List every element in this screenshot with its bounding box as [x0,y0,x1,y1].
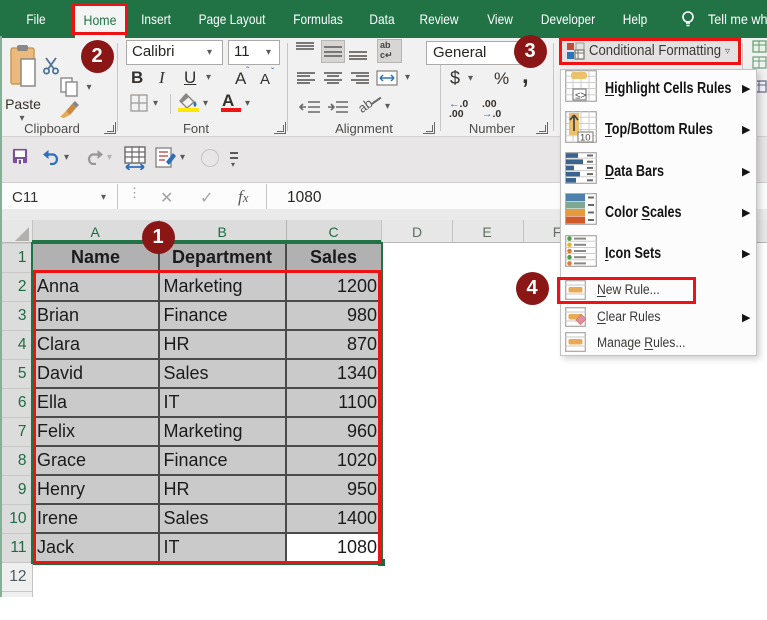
svg-text:10: 10 [580,132,591,143]
svg-text:≤>: ≤> [575,90,586,101]
